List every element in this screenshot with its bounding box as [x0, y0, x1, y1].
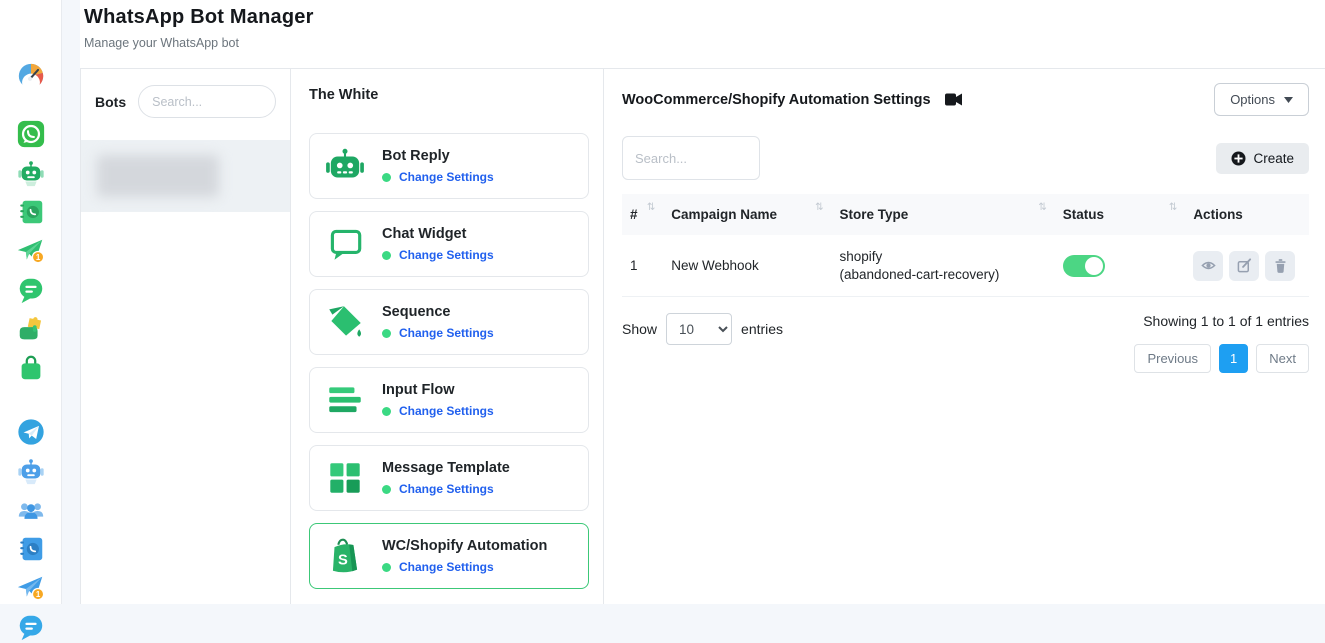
automation-table: # ⇅ Campaign Name ⇅ Store Type ⇅ Status … [622, 194, 1309, 297]
pagination: Previous 1 Next [1134, 344, 1309, 373]
video-tutorial-icon[interactable] [945, 93, 962, 106]
whatsapp-integrations-icon[interactable] [15, 313, 47, 345]
change-settings-link[interactable]: Change Settings [399, 404, 494, 418]
menu-card-bot-reply[interactable]: Bot Reply Change Settings [309, 133, 589, 199]
column-header-actions: Actions [1185, 194, 1309, 235]
entries-per-page-select[interactable]: 10 [666, 313, 732, 345]
change-settings-link[interactable]: Change Settings [399, 326, 494, 340]
status-dot [382, 251, 391, 260]
whatsapp-store-icon[interactable] [15, 352, 47, 384]
change-settings-link[interactable]: Change Settings [399, 170, 494, 184]
table-row: 1 New Webhook shopify (abandoned-cart-re… [622, 235, 1309, 297]
page-header: WhatsApp Bot Manager Manage your WhatsAp… [80, 0, 1325, 68]
menu-card-title: Chat Widget [382, 226, 494, 242]
main-content: WhatsApp Bot Manager Manage your WhatsAp… [80, 0, 1325, 604]
trash-icon [1273, 258, 1288, 273]
shopify-icon: S [322, 533, 368, 579]
change-settings-link[interactable]: Change Settings [399, 248, 494, 262]
status-toggle[interactable] [1063, 255, 1105, 277]
menu-card-title: Bot Reply [382, 148, 494, 164]
status-dot [382, 485, 391, 494]
sort-icon: ⇅ [1038, 202, 1046, 213]
telegram-contacts-icon[interactable] [15, 533, 47, 565]
status-dot [382, 407, 391, 416]
page-title: WhatsApp Bot Manager [84, 6, 1325, 29]
menu-card-title: WC/Shopify Automation [382, 538, 547, 554]
status-dot [382, 173, 391, 182]
bots-search-input[interactable] [138, 85, 276, 118]
menu-card-input-flow[interactable]: Input Flow Change Settings [309, 367, 589, 433]
status-dot [382, 329, 391, 338]
bot-list-item-selected[interactable] [81, 140, 290, 212]
chat-widget-icon [322, 221, 368, 267]
bots-panel-label: Bots [95, 94, 126, 110]
automation-panel: WooCommerce/Shopify Automation Settings … [604, 69, 1325, 604]
previous-page-button[interactable]: Previous [1134, 344, 1211, 373]
edit-button[interactable] [1229, 251, 1259, 281]
view-button[interactable] [1193, 251, 1223, 281]
status-dot [382, 563, 391, 572]
message-template-icon [322, 455, 368, 501]
automation-title: WooCommerce/Shopify Automation Settings [622, 92, 931, 108]
sort-icon: ⇅ [647, 202, 655, 213]
bot-menu-panel: The White [291, 69, 604, 604]
dashboard-gauge-icon[interactable] [15, 60, 47, 92]
svg-text:1: 1 [35, 590, 40, 599]
whatsapp-icon[interactable] [15, 118, 47, 150]
whatsapp-broadcast-icon[interactable]: 1 [15, 235, 47, 267]
show-label: Show [622, 321, 657, 337]
column-header-status[interactable]: Status ⇅ [1055, 194, 1186, 235]
table-search-input[interactable] [622, 136, 760, 180]
svg-text:1: 1 [35, 253, 40, 262]
options-button[interactable]: Options [1214, 83, 1309, 116]
column-header-campaign-name[interactable]: Campaign Name ⇅ [663, 194, 831, 235]
change-settings-link[interactable]: Change Settings [399, 560, 494, 574]
telegram-group-icon[interactable] [15, 494, 47, 526]
whatsapp-bot-icon[interactable] [15, 157, 47, 189]
bots-panel: Bots [81, 69, 291, 604]
entries-label: entries [741, 321, 783, 337]
telegram-bot-icon[interactable] [15, 455, 47, 487]
showing-entries-text: Showing 1 to 1 of 1 entries [1134, 313, 1309, 329]
row-campaign-name: New Webhook [663, 235, 831, 297]
telegram-broadcast-icon[interactable]: 1 [15, 572, 47, 604]
page-1-button[interactable]: 1 [1219, 344, 1248, 373]
delete-button[interactable] [1265, 251, 1295, 281]
menu-card-message-template[interactable]: Message Template Change Settings [309, 445, 589, 511]
menu-card-title: Input Flow [382, 382, 494, 398]
input-flow-icon [322, 377, 368, 423]
svg-text:S: S [338, 552, 348, 568]
menu-card-sequence[interactable]: Sequence Change Settings [309, 289, 589, 355]
whatsapp-chat-icon[interactable] [15, 274, 47, 306]
row-store-type: shopify (abandoned-cart-recovery) [832, 235, 1055, 297]
selected-bot-name: The White [309, 87, 589, 103]
telegram-chat-icon[interactable] [15, 611, 47, 643]
row-index: 1 [622, 235, 663, 297]
icon-sidebar: 1 [0, 0, 62, 604]
sequence-icon [322, 299, 368, 345]
column-header-index[interactable]: # ⇅ [622, 194, 663, 235]
menu-card-title: Sequence [382, 304, 494, 320]
options-button-label: Options [1230, 92, 1275, 107]
menu-card-title: Message Template [382, 460, 510, 476]
page-subtitle: Manage your WhatsApp bot [84, 36, 1325, 50]
caret-down-icon [1284, 97, 1293, 103]
column-header-store-type[interactable]: Store Type ⇅ [832, 194, 1055, 235]
whatsapp-contacts-icon[interactable] [15, 196, 47, 228]
menu-card-chat-widget[interactable]: Chat Widget Change Settings [309, 211, 589, 277]
change-settings-link[interactable]: Change Settings [399, 482, 494, 496]
bot-reply-icon [322, 143, 368, 189]
bot-name-redacted [97, 155, 219, 197]
create-button-label: Create [1253, 151, 1294, 166]
plus-circle-icon [1231, 151, 1246, 166]
edit-icon [1237, 258, 1252, 273]
sort-icon: ⇅ [815, 202, 823, 213]
eye-icon [1201, 258, 1216, 273]
create-button[interactable]: Create [1216, 143, 1309, 174]
telegram-icon[interactable] [15, 416, 47, 448]
sort-icon: ⇅ [1169, 202, 1177, 213]
next-page-button[interactable]: Next [1256, 344, 1309, 373]
menu-card-wc-shopify-automation[interactable]: S WC/Shopify Automation Change Settings [309, 523, 589, 589]
